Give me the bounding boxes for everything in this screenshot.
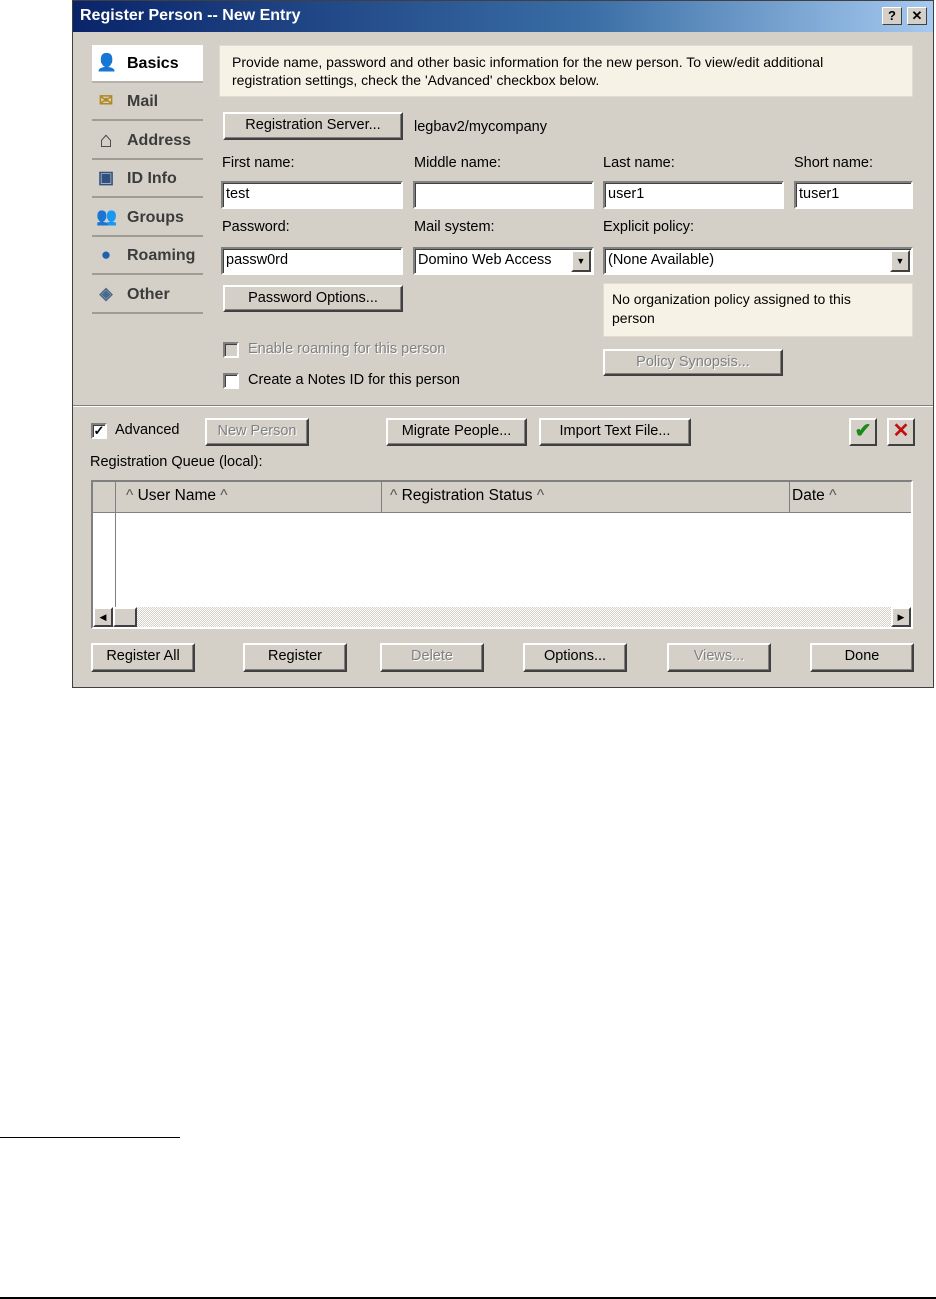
chevron-down-icon[interactable]: ▼	[571, 250, 591, 272]
registration-queue-table[interactable]: ^ User Name ^ ^ Registration Status ^ Da…	[91, 480, 913, 629]
password-options-button[interactable]: Password Options...	[223, 285, 403, 312]
advanced-label: Advanced	[115, 422, 180, 438]
nav-item-label: ID Info	[127, 170, 177, 187]
middle-name-label: Middle name:	[414, 155, 502, 171]
explicit-policy-value: (None Available)	[608, 252, 715, 268]
scroll-thumb[interactable]	[113, 607, 137, 627]
window-title: Register Person -- New Entry	[80, 7, 301, 24]
register-all-button[interactable]: Register All	[91, 643, 195, 672]
policy-synopsis-button[interactable]: Policy Synopsis...	[603, 349, 783, 376]
middle-name-field[interactable]	[413, 181, 594, 209]
register-person-dialog: Register Person -- New Entry ? ✕ 👤 Basic…	[72, 0, 934, 688]
short-name-label: Short name:	[794, 155, 873, 171]
nav-item-address[interactable]: ⌂ Address	[92, 122, 203, 160]
column-header-label: Date	[792, 487, 825, 504]
nav-item-label: Address	[127, 132, 192, 149]
groups-icon: 👥	[96, 207, 118, 226]
section-nav: 👤 Basics ✉ Mail ⌂ Address ▣ ID Info 👥 Gr…	[92, 45, 203, 405]
reject-x-icon[interactable]: ✕	[887, 418, 915, 446]
done-button[interactable]: Done	[810, 643, 914, 672]
sort-icon: ^	[390, 487, 398, 504]
views-button[interactable]: Views...	[667, 643, 771, 672]
options-button[interactable]: Options...	[523, 643, 627, 672]
help-button[interactable]: ?	[882, 7, 902, 25]
registration-server-button[interactable]: Registration Server...	[223, 112, 403, 140]
sort-icon: ^	[536, 487, 545, 504]
create-notes-id-checkbox[interactable]	[223, 373, 239, 389]
nav-item-roaming[interactable]: ● Roaming	[92, 237, 203, 275]
last-name-field[interactable]: user1	[603, 181, 784, 209]
short-name-field[interactable]: tuser1	[794, 181, 913, 209]
nav-item-label: Other	[127, 286, 170, 303]
enable-roaming-checkbox[interactable]	[223, 342, 239, 358]
create-notes-id-label: Create a Notes ID for this person	[248, 372, 460, 388]
info-line-1: Provide name, password and other basic i…	[232, 54, 824, 70]
scroll-right-icon[interactable]: ▶	[891, 607, 911, 627]
password-label: Password:	[222, 219, 290, 235]
registration-server-value: legbav2/mycompany	[414, 119, 547, 135]
basics-icon: 👤	[96, 53, 118, 72]
globe-icon: ●	[100, 245, 112, 264]
chevron-down-icon[interactable]: ▼	[890, 250, 910, 272]
other-icon: ◈	[99, 284, 113, 303]
import-text-file-button[interactable]: Import Text File...	[539, 418, 691, 446]
id-card-icon: ▣	[97, 168, 115, 187]
column-header-label: Registration Status	[401, 487, 533, 504]
delete-button[interactable]: Delete	[380, 643, 484, 672]
policy-note-line-1: No organization policy assigned to this	[612, 291, 851, 307]
divider	[73, 405, 933, 407]
nav-item-label: Roaming	[127, 247, 196, 264]
nav-item-other[interactable]: ◈ Other	[92, 276, 203, 314]
register-button[interactable]: Register	[243, 643, 347, 672]
explicit-policy-label: Explicit policy:	[603, 219, 695, 235]
nav-item-groups[interactable]: 👥 Groups	[92, 199, 203, 237]
title-bar[interactable]: Register Person -- New Entry ? ✕	[73, 1, 933, 32]
footnote-rule	[0, 1137, 180, 1138]
mail-system-select[interactable]: Domino Web Access ▼	[413, 247, 594, 275]
nav-item-label: Groups	[127, 209, 184, 226]
nav-item-id-info[interactable]: ▣ ID Info	[92, 160, 203, 198]
first-name-label: First name:	[222, 155, 295, 171]
first-name-field[interactable]: test	[221, 181, 403, 209]
registration-queue-label: Registration Queue (local):	[90, 454, 263, 470]
enable-roaming-label: Enable roaming for this person	[248, 341, 446, 357]
sort-icon: ^	[220, 487, 228, 504]
mail-system-value: Domino Web Access	[418, 252, 552, 268]
info-line-2: registration settings, check the 'Advanc…	[232, 72, 600, 88]
mail-icon: ✉	[98, 91, 114, 110]
column-header-registration-status[interactable]: ^ Registration Status ^	[382, 482, 790, 513]
advanced-checkbox[interactable]: ✓	[91, 423, 107, 439]
sort-icon: ^	[126, 487, 134, 504]
nav-item-label: Basics	[127, 55, 179, 72]
policy-note: No organization policy assigned to this …	[603, 283, 913, 337]
house-icon: ⌂	[99, 127, 113, 152]
sort-icon: ^	[829, 487, 837, 504]
last-name-label: Last name:	[603, 155, 675, 171]
horizontal-scrollbar[interactable]: ◀ ▶	[93, 607, 911, 627]
scroll-left-icon[interactable]: ◀	[93, 607, 113, 627]
accept-check-icon[interactable]: ✔	[849, 418, 877, 446]
column-header-user-name[interactable]: ^ User Name ^	[116, 482, 382, 513]
info-banner: Provide name, password and other basic i…	[219, 45, 913, 97]
nav-item-basics[interactable]: 👤 Basics	[92, 45, 203, 83]
row-selector-header	[93, 482, 116, 513]
password-field[interactable]: passw0rd	[221, 247, 403, 275]
close-button[interactable]: ✕	[907, 7, 927, 25]
migrate-people-button[interactable]: Migrate People...	[386, 418, 527, 446]
explicit-policy-select[interactable]: (None Available) ▼	[603, 247, 913, 275]
column-header-date[interactable]: Date ^	[790, 482, 911, 513]
mail-system-label: Mail system:	[414, 219, 495, 235]
nav-item-label: Mail	[127, 93, 159, 110]
nav-item-mail[interactable]: ✉ Mail	[92, 83, 203, 121]
row-selector-divider	[115, 513, 116, 607]
policy-note-line-2: person	[612, 310, 655, 326]
column-header-label: User Name	[137, 487, 216, 504]
new-person-button[interactable]: New Person	[205, 418, 309, 446]
